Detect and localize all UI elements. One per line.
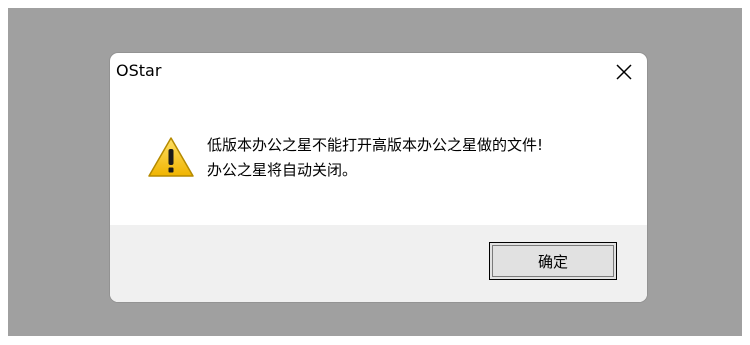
dialog-titlebar: OStar (110, 53, 647, 91)
ok-button-label: 确定 (537, 252, 568, 271)
message-line-1: 低版本办公之星不能打开高版本办公之星做的文件! (207, 136, 544, 154)
close-button[interactable] (611, 59, 637, 85)
ok-button[interactable]: 确定 (489, 242, 617, 280)
dialog-footer: 确定 (110, 225, 647, 302)
dialog-content: 低版本办公之星不能打开高版本办公之星做的文件! 办公之星将自动关闭。 (110, 91, 647, 225)
dialog-message: 低版本办公之星不能打开高版本办公之星做的文件! 办公之星将自动关闭。 (207, 133, 543, 183)
warning-icon (148, 137, 194, 177)
close-icon (616, 64, 632, 80)
message-line-2: 办公之星将自动关闭。 (207, 161, 358, 179)
dialog-title: OStar (116, 61, 162, 80)
message-dialog: OStar 低版本办公之星不能打开高版本办公之星做的文件! 办公之星将自动关闭。 (110, 53, 647, 302)
